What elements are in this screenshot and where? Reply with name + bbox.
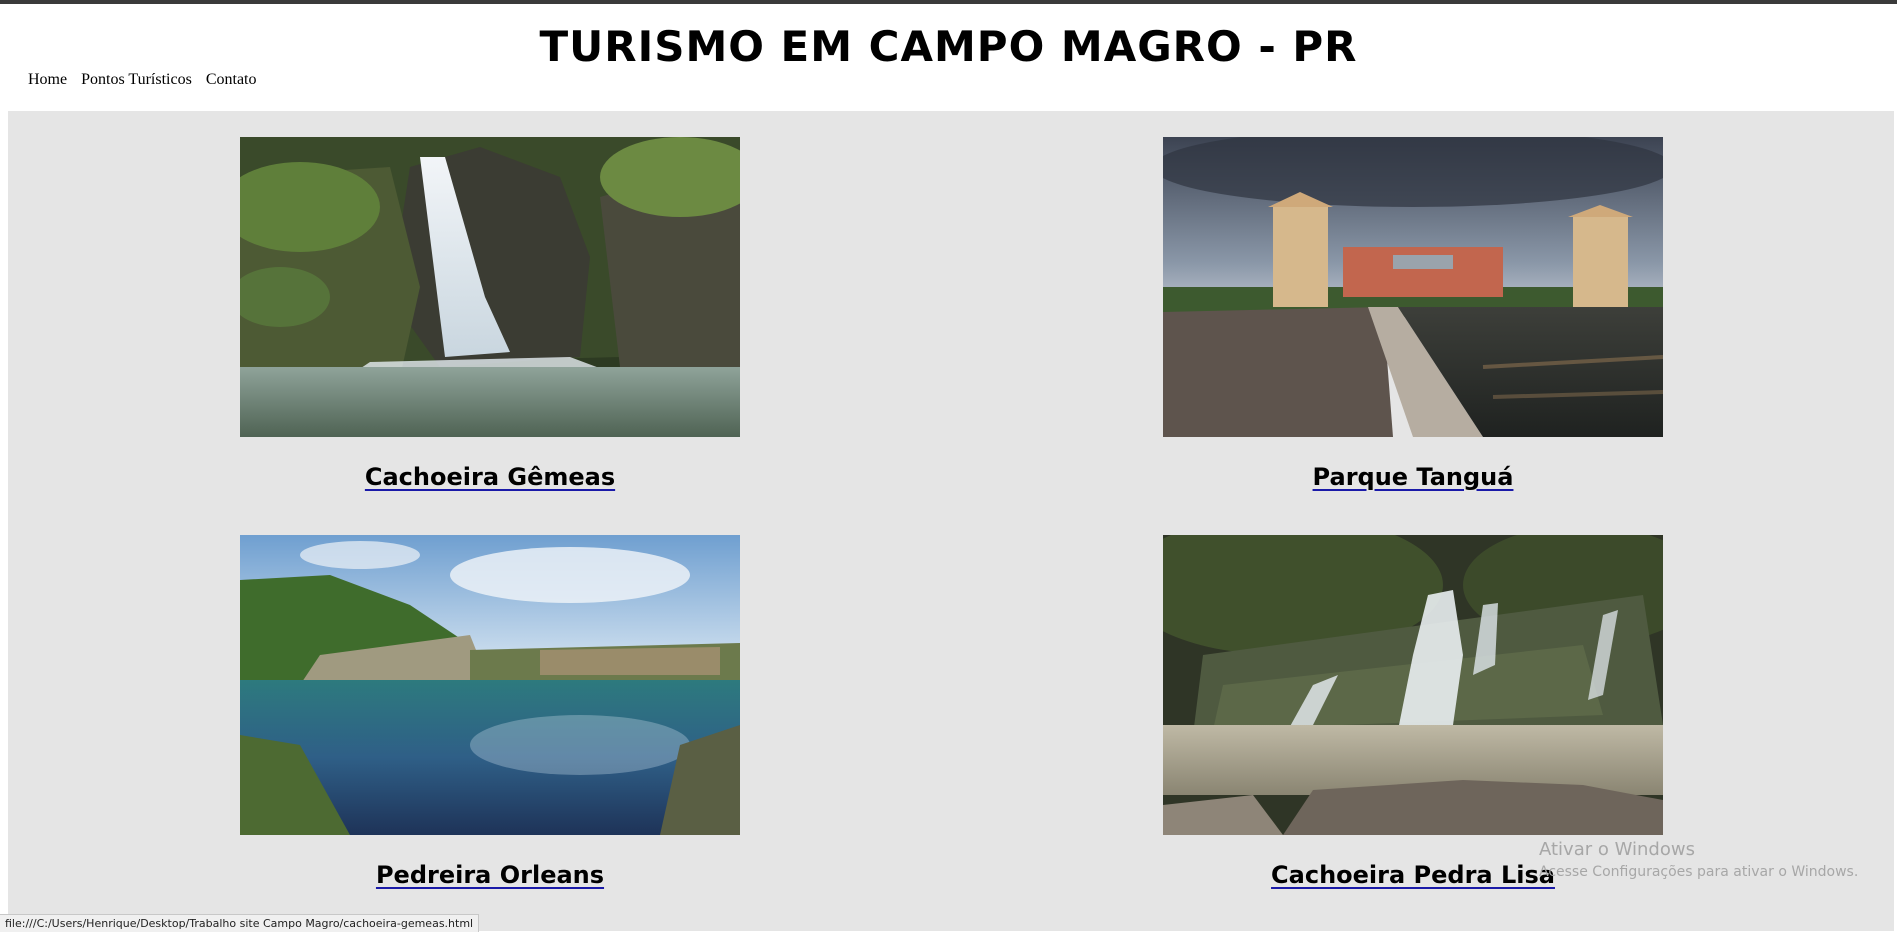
watermark-subtitle: Acesse Configurações para ativar o Windo… [1539,864,1859,880]
cascade-photo[interactable] [1163,535,1663,835]
attraction-card-pedreira-orleans: Pedreira Orleans [240,535,740,889]
attraction-link-cachoeira-gemeas[interactable]: Cachoeira Gêmeas [240,463,740,491]
quarry-lake-photo[interactable] [240,535,740,835]
main-nav: Home Pontos Turísticos Contato [28,71,257,89]
attraction-card-cachoeira-gemeas: Cachoeira Gêmeas [240,137,740,491]
page-title: TURISMO EM CAMPO MAGRO - PR [539,22,1358,71]
attraction-card-parque-tangua: Parque Tanguá [1163,137,1663,491]
attractions-grid: Cachoeira Gêmeas Parque Tanguá Pedreira … [8,111,1894,931]
windows-activation-watermark: Ativar o Windows Acesse Configurações pa… [1539,839,1858,880]
attraction-link-pedreira-orleans[interactable]: Pedreira Orleans [240,861,740,889]
nav-pontos-turisticos[interactable]: Pontos Turísticos [81,71,192,89]
watermark-title: Ativar o Windows [1539,839,1695,860]
attraction-link-parque-tangua[interactable]: Parque Tanguá [1163,463,1663,491]
nav-home[interactable]: Home [28,71,67,89]
browser-top-border [0,0,1897,4]
waterfall-photo[interactable] [240,137,740,437]
park-towers-photo[interactable] [1163,137,1663,437]
browser-status-bar: file:///C:/Users/Henrique/Desktop/Trabal… [0,914,480,932]
attraction-card-cachoeira-pedra-lisa: Cachoeira Pedra Lisa [1163,535,1663,889]
nav-contato[interactable]: Contato [206,71,257,89]
